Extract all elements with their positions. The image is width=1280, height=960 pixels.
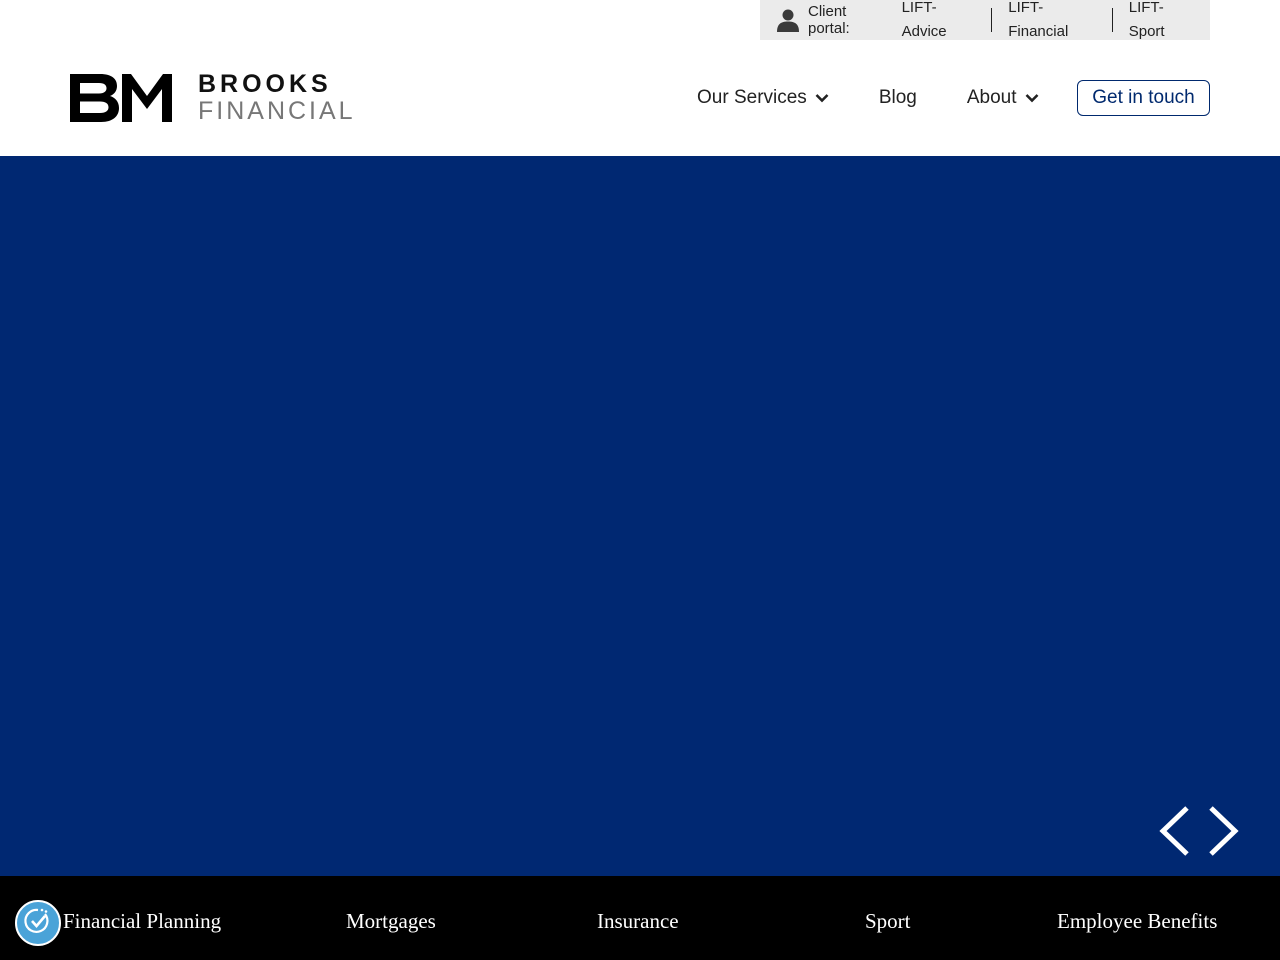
service-link-insurance[interactable]: Insurance: [597, 909, 679, 934]
bm-logo-mark: [70, 74, 172, 122]
brand-name-line2: FINANCIAL: [198, 97, 356, 125]
get-in-touch-button[interactable]: Get in touch: [1077, 80, 1210, 116]
nav-item-about[interactable]: About: [967, 87, 1039, 109]
portal-link-lift-advice[interactable]: LIFT-Advice: [902, 0, 992, 44]
nav-item-our-services[interactable]: Our Services: [697, 87, 829, 109]
client-portal-bar: Client portal: LIFT-Advice LIFT-Financia…: [760, 0, 1210, 40]
service-link-employee-benefits[interactable]: Employee Benefits: [1057, 909, 1217, 934]
chevron-down-icon: [1025, 93, 1039, 103]
main-nav: Our Services Blog About: [697, 80, 1089, 116]
user-icon: [776, 8, 800, 32]
hero-slider: [0, 156, 1280, 876]
portal-link-lift-sport[interactable]: LIFT-Sport: [1113, 0, 1210, 44]
nav-item-label: Blog: [878, 87, 917, 108]
portal-link-lift-financial[interactable]: LIFT-Financial: [992, 0, 1112, 44]
accessibility-button[interactable]: [15, 900, 61, 946]
nav-item-label: About: [966, 87, 1017, 108]
service-link-mortgages[interactable]: Mortgages: [346, 909, 436, 934]
brand-name-line1: BROOKS: [198, 70, 332, 98]
services-strip: Financial Planning Mortgages Insurance S…: [0, 876, 1280, 960]
chevron-down-icon: [815, 93, 829, 103]
nav-item-label: Our Services: [697, 87, 807, 108]
accessibility-icon: [23, 906, 53, 941]
brand-logo[interactable]: BROOKS FINANCIAL: [70, 72, 356, 124]
service-link-sport[interactable]: Sport: [865, 909, 911, 934]
client-portal-label: Client portal:: [808, 3, 850, 37]
service-link-financial-planning[interactable]: Financial Planning: [63, 909, 221, 934]
nav-item-blog[interactable]: Blog: [879, 87, 917, 109]
chevron-left-icon[interactable]: [1157, 806, 1191, 856]
chevron-right-icon[interactable]: [1207, 806, 1241, 856]
